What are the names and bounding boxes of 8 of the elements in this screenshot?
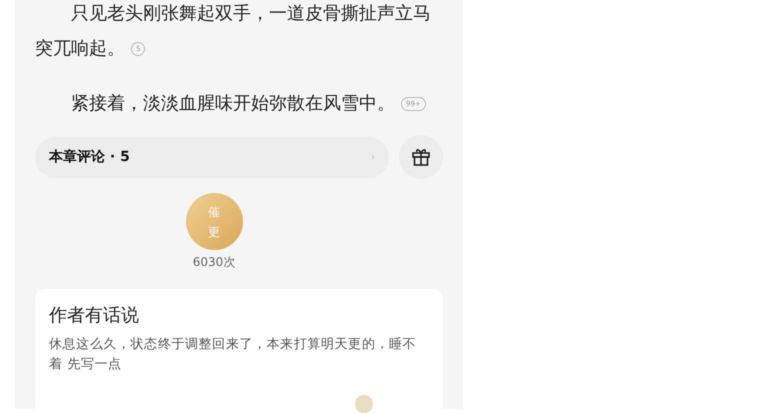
- urge-count: 6030次: [192, 254, 236, 271]
- urge-update-button[interactable]: 催更: [186, 193, 242, 250]
- author-avatar: [355, 395, 373, 413]
- gift-icon: [411, 147, 431, 167]
- author-note-title: 作者有话说: [49, 304, 140, 327]
- author-note-text: 休息这么久，状态终于调整回来了，本来打算明天更的，睡不着 先写一点: [49, 336, 418, 374]
- gift-button[interactable]: [399, 135, 443, 179]
- chapter-comments-button[interactable]: 本章评论 · 5 ›: [35, 136, 389, 178]
